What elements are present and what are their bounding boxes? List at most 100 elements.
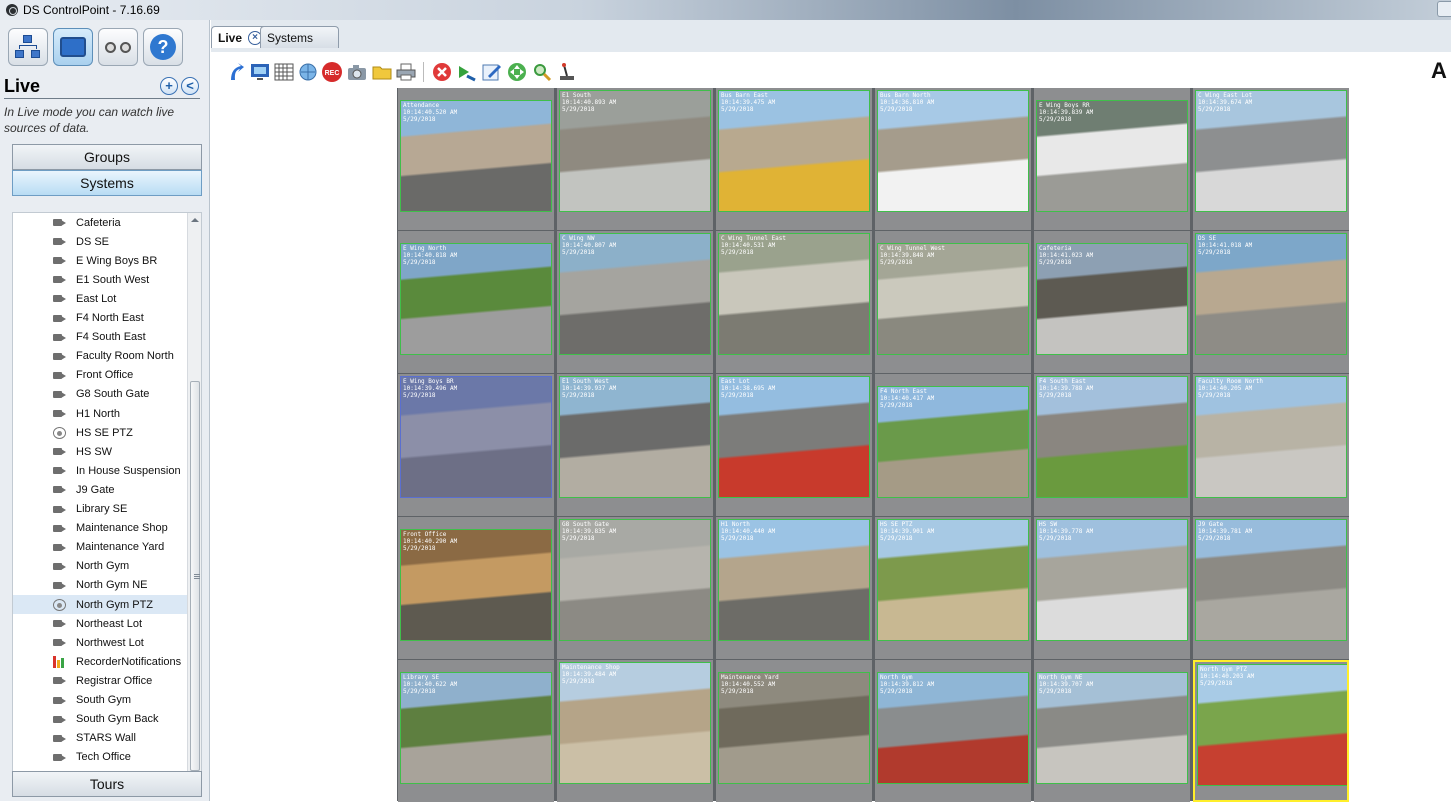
record-button[interactable]: REC (321, 61, 343, 83)
scroll-up-icon[interactable] (191, 218, 199, 222)
ptz-control-button[interactable] (506, 61, 528, 83)
camera-tile[interactable]: J9 Gate 10:14:39.781 AM 5/29/2018 (1193, 517, 1349, 659)
list-item-label: E Wing Boys BR (76, 254, 158, 267)
camera-feed: C Wing East Lot 10:14:39.674 AM 5/29/2018 (1195, 90, 1347, 212)
camera-date-overlay: 5/29/2018 (880, 106, 913, 113)
camera-tile[interactable]: North Gym NE 10:14:39.707 AM 5/29/2018 (1034, 660, 1190, 802)
list-item[interactable]: Maintenance Shop (13, 519, 187, 538)
camera-tile[interactable]: F4 North East 10:14:40.417 AM 5/29/2018 (875, 374, 1031, 516)
camera-name-overlay: DS SE (1198, 235, 1217, 242)
list-item[interactable]: J9 Gate (13, 480, 187, 499)
list-item[interactable]: Front Office (13, 366, 187, 385)
camera-tile[interactable]: E Wing North 10:14:40.818 AM 5/29/2018 (398, 231, 554, 373)
camera-tile[interactable]: Maintenance Shop 10:14:39.484 AM 5/29/2018 (557, 660, 713, 802)
joystick-button[interactable] (556, 61, 578, 83)
camera-tile[interactable]: C Wing East Lot 10:14:39.674 AM 5/29/2018 (1193, 88, 1349, 230)
list-item[interactable]: E1 South West (13, 270, 187, 289)
list-item[interactable]: F4 South East (13, 328, 187, 347)
camera-tile[interactable]: HS SW 10:14:39.778 AM 5/29/2018 (1034, 517, 1190, 659)
search-mode-button[interactable] (98, 28, 138, 66)
camera-tile[interactable]: North Gym 10:14:39.812 AM 5/29/2018 (875, 660, 1031, 802)
list-item[interactable]: RecorderNotifications (13, 652, 187, 671)
camera-tile[interactable]: G8 South Gate 10:14:39.835 AM 5/29/2018 (557, 517, 713, 659)
list-item[interactable]: North Gym PTZ (13, 595, 187, 614)
list-item[interactable]: South Gym (13, 691, 187, 710)
live-mode-button[interactable] (53, 28, 93, 66)
camera-time-overlay: 10:14:40.520 AM (403, 109, 458, 116)
list-item[interactable]: Faculty Room North (13, 347, 187, 366)
open-folder-button[interactable] (371, 61, 393, 83)
list-item[interactable]: North Gym (13, 557, 187, 576)
camera-tile[interactable]: E Wing Boys RR 10:14:39.839 AM 5/29/2018 (1034, 88, 1190, 230)
arrow-button[interactable] (225, 61, 247, 83)
help-button[interactable]: ? (143, 28, 183, 66)
camera-tile[interactable]: Front Office 10:14:40.290 AM 5/29/2018 (398, 517, 554, 659)
window-control-button[interactable] (1437, 1, 1451, 17)
list-item[interactable]: Registrar Office (13, 671, 187, 690)
camera-date-overlay: 5/29/2018 (1039, 259, 1072, 266)
camera-date-overlay: 5/29/2018 (721, 535, 754, 542)
display-button[interactable] (249, 61, 271, 83)
camera-tile[interactable]: HS SE PTZ 10:14:39.901 AM 5/29/2018 (875, 517, 1031, 659)
list-item[interactable]: Tech Office (13, 748, 187, 767)
list-item[interactable]: Library SE (13, 500, 187, 519)
camera-tile[interactable]: Cafeteria 10:14:41.023 AM 5/29/2018 (1034, 231, 1190, 373)
scroll-thumb[interactable] (190, 381, 200, 771)
list-item[interactable]: North Gym NE (13, 576, 187, 595)
list-item[interactable]: Maintenance Yard (13, 538, 187, 557)
list-item[interactable]: G8 South Gate (13, 385, 187, 404)
camera-tile[interactable]: North Gym PTZ 10:14:40.203 AM 5/29/2018 (1193, 660, 1349, 802)
camera-tile[interactable]: Attendance 10:14:40.520 AM 5/29/2018 (398, 88, 554, 230)
camera-date-overlay: 5/29/2018 (562, 678, 595, 685)
groups-header[interactable]: Groups (12, 144, 202, 170)
tours-header[interactable]: Tours (12, 771, 202, 797)
zoom-button[interactable] (531, 61, 553, 83)
camera-tile[interactable]: C Wing Tunnel West 10:14:39.848 AM 5/29/20… (875, 231, 1031, 373)
camera-tile[interactable]: Library SE 10:14:40.622 AM 5/29/2018 (398, 660, 554, 802)
list-scrollbar[interactable] (187, 213, 201, 789)
list-item[interactable]: South Gym Back (13, 710, 187, 729)
edit-button[interactable] (481, 61, 503, 83)
stop-button[interactable] (431, 61, 453, 83)
camera-tile[interactable]: Faculty Room North 10:14:40.205 AM 5/29/20… (1193, 374, 1349, 516)
list-item[interactable]: HS SE PTZ (13, 423, 187, 442)
snapshot-button[interactable] (346, 61, 368, 83)
camera-tile[interactable]: E Wing Boys BR 10:14:39.496 AM 5/29/2018 (398, 374, 554, 516)
systems-mode-button[interactable] (8, 28, 48, 66)
list-item-label: J9 Gate (76, 483, 115, 496)
print-button[interactable] (395, 61, 417, 83)
grid-layout-button[interactable] (273, 61, 295, 83)
list-item[interactable]: HS SW (13, 442, 187, 461)
tab-systems[interactable]: Systems (260, 26, 339, 48)
camera-tile[interactable]: E1 South West 10:14:39.937 AM 5/29/2018 (557, 374, 713, 516)
list-item[interactable]: H1 North (13, 404, 187, 423)
systems-header[interactable]: Systems (12, 170, 202, 196)
network-tool-button[interactable] (297, 61, 319, 83)
list-item[interactable]: Cafeteria (13, 213, 187, 232)
camera-tile[interactable]: E1 South 10:14:40.893 AM 5/29/2018 (557, 88, 713, 230)
list-item[interactable]: STARS Wall (13, 729, 187, 748)
title-bar: DS ControlPoint - 7.16.69 (0, 0, 1451, 20)
export-button[interactable] (456, 61, 478, 83)
camera-tile[interactable]: C Wing NW 10:14:40.807 AM 5/29/2018 (557, 231, 713, 373)
list-item[interactable]: DS SE (13, 232, 187, 251)
camera-tile[interactable]: H1 North 10:14:40.440 AM 5/29/2018 (716, 517, 872, 659)
camera-tile[interactable]: C Wing Tunnel East 10:14:40.531 AM 5/29/20… (716, 231, 872, 373)
camera-tile[interactable]: DS SE 10:14:41.018 AM 5/29/2018 (1193, 231, 1349, 373)
list-item[interactable]: F4 North East (13, 309, 187, 328)
camera-date-overlay: 5/29/2018 (880, 688, 913, 695)
camera-feed: E1 South 10:14:40.893 AM 5/29/2018 (559, 90, 711, 212)
list-item[interactable]: East Lot (13, 289, 187, 308)
list-item[interactable]: In House Suspension (13, 461, 187, 480)
camera-tile[interactable]: East Lot 10:14:38.695 AM 5/29/2018 (716, 374, 872, 516)
camera-name-overlay: C Wing NW (562, 235, 595, 242)
camera-tile[interactable]: Maintenance Yard 10:14:40.552 AM 5/29/2018 (716, 660, 872, 802)
camera-tile[interactable]: Bus Barn North 10:14:36.810 AM 5/29/2018 (875, 88, 1031, 230)
camera-tile[interactable]: F4 South East 10:14:39.788 AM 5/29/2018 (1034, 374, 1190, 516)
list-item[interactable]: Northwest Lot (13, 633, 187, 652)
camera-tile[interactable]: Bus Barn East 10:14:39.475 AM 5/29/2018 (716, 88, 872, 230)
add-button[interactable]: + (160, 77, 178, 95)
collapse-button[interactable]: < (181, 77, 199, 95)
list-item[interactable]: E Wing Boys BR (13, 251, 187, 270)
list-item[interactable]: Northeast Lot (13, 614, 187, 633)
